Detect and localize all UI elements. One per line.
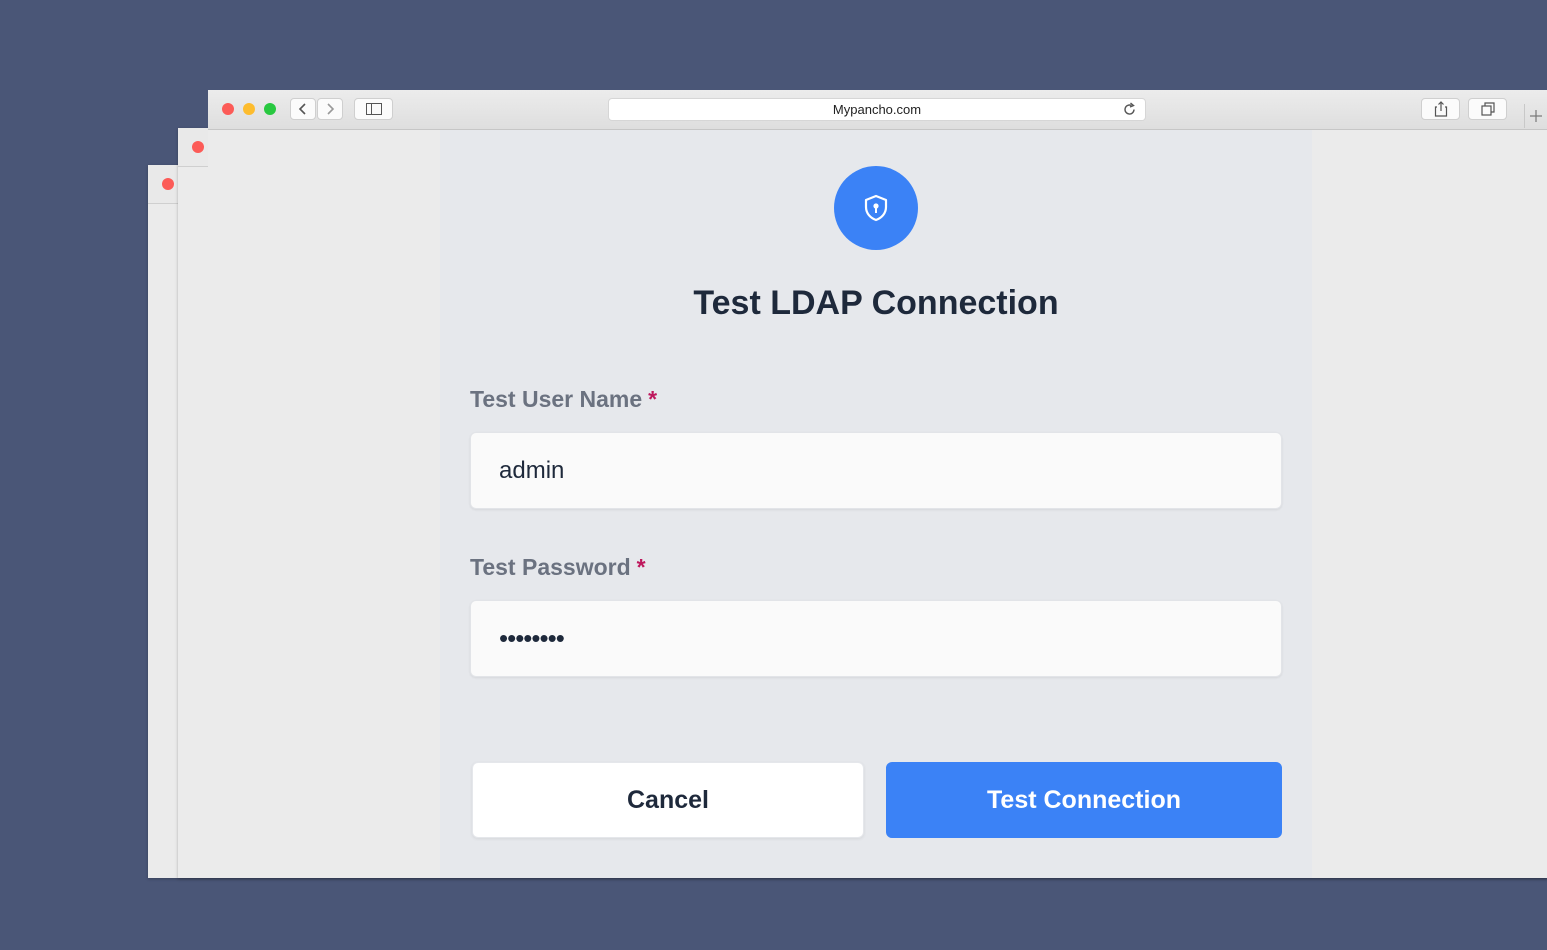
background-window-close-button[interactable] — [162, 178, 174, 190]
shield-icon — [864, 194, 888, 222]
browser-window: Mypancho.com Test LDAP Connection Test U… — [208, 90, 1547, 878]
reload-icon[interactable] — [1122, 102, 1137, 117]
required-marker: * — [636, 554, 646, 580]
tabs-overview-icon — [1480, 102, 1495, 116]
password-label: Test Password * — [470, 554, 646, 581]
header-badge — [834, 166, 918, 250]
back-button[interactable] — [290, 98, 316, 120]
close-button[interactable] — [222, 103, 234, 115]
plus-icon — [1530, 110, 1542, 122]
username-label: Test User Name * — [470, 386, 657, 413]
zoom-button[interactable] — [264, 103, 276, 115]
chevron-left-icon — [298, 103, 306, 115]
tabs-overview-button[interactable] — [1468, 98, 1507, 120]
background-window-close-button[interactable] — [192, 141, 204, 153]
share-icon — [1434, 101, 1447, 117]
browser-toolbar: Mypancho.com — [208, 90, 1547, 130]
cancel-button[interactable]: Cancel — [472, 762, 864, 838]
url-text: Mypancho.com — [832, 102, 922, 117]
password-label-text: Test Password — [470, 554, 631, 580]
minimize-button[interactable] — [243, 103, 255, 115]
test-connection-button[interactable]: Test Connection — [886, 762, 1282, 838]
dialog-title: Test LDAP Connection — [693, 284, 1059, 322]
username-input[interactable]: admin — [470, 432, 1282, 509]
new-tab-button[interactable] — [1524, 104, 1547, 128]
required-marker: * — [648, 386, 658, 412]
share-button[interactable] — [1421, 98, 1460, 120]
password-input[interactable]: •••••••• — [470, 600, 1282, 677]
ldap-test-dialog: Test LDAP Connection Test User Name * adm… — [440, 130, 1312, 878]
sidebar-icon — [365, 103, 382, 115]
chevron-right-icon — [327, 103, 335, 115]
username-label-text: Test User Name — [470, 386, 643, 412]
address-bar[interactable]: Mypancho.com — [608, 98, 1146, 121]
forward-button[interactable] — [317, 98, 343, 120]
sidebar-button[interactable] — [354, 98, 393, 120]
